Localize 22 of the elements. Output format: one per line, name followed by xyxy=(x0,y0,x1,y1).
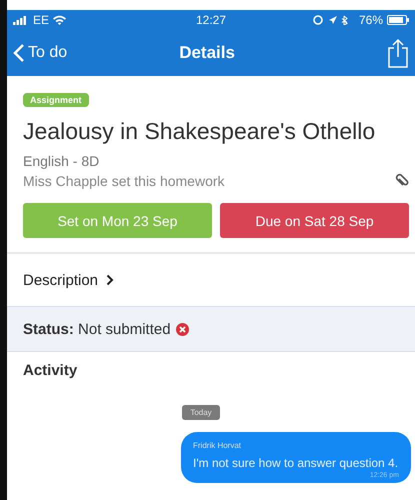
share-button[interactable] xyxy=(387,38,409,68)
assignment-tag: Assignment xyxy=(23,93,89,107)
homework-title: Jealousy in Shakespeare's Othello xyxy=(23,118,376,145)
screen-title: Details xyxy=(178,43,236,63)
battery-icon xyxy=(387,15,409,25)
back-button[interactable]: To do xyxy=(13,43,68,63)
day-badge: Today xyxy=(182,405,220,420)
message-text: I'm not sure how to answer question 4. xyxy=(193,456,399,470)
due-date-button[interactable]: Due on Sat 28 Sep xyxy=(220,203,409,238)
signal-icon xyxy=(13,16,29,24)
clock-time: 12:27 xyxy=(196,13,226,27)
message-author: Fridrik Horvat xyxy=(193,441,242,450)
back-chevron-icon[interactable] xyxy=(13,43,25,63)
activity-heading: Activity xyxy=(23,362,78,379)
status-text: Status: Not submitted xyxy=(23,320,171,338)
chevron-icon[interactable] xyxy=(106,274,114,286)
class-label: English - 8D xyxy=(23,153,100,169)
carrier-name: EE xyxy=(33,13,50,27)
description-label[interactable]: Description xyxy=(23,272,98,288)
teacher-label: Miss Chapple set this homework xyxy=(23,173,225,189)
wifi-icon xyxy=(53,15,66,25)
battery-percent: 76% xyxy=(358,13,383,27)
